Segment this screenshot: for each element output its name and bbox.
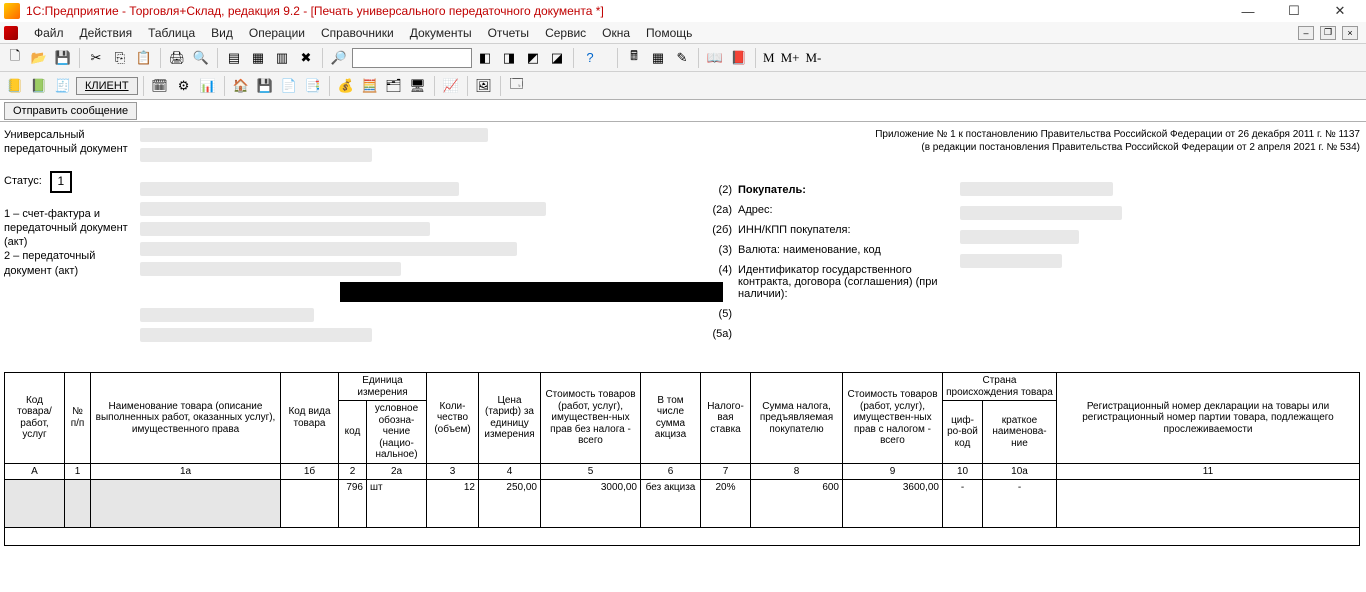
tb2-icon-14[interactable]: 🖥 — [407, 75, 429, 97]
tb2-icon-13[interactable]: 🗂 — [383, 75, 405, 97]
tb2-icon-4[interactable]: 🗓 — [149, 75, 171, 97]
grid-icon[interactable]: ▦ — [647, 47, 669, 69]
tool-icon-6[interactable]: ◩ — [522, 47, 544, 69]
tb2-icon-11[interactable]: 💰 — [335, 75, 357, 97]
tb2-icon-16[interactable]: 🖼 — [473, 75, 495, 97]
delete-icon[interactable]: ✖ — [295, 47, 317, 69]
tool-icon-5[interactable]: ◨ — [498, 47, 520, 69]
menu-actions[interactable]: Действия — [72, 24, 141, 42]
menu-view[interactable]: Вид — [203, 24, 241, 42]
status-note: 1 – счет-фактура и передаточный документ… — [4, 207, 134, 278]
mdi-restore[interactable]: ❐ — [1320, 26, 1336, 40]
window-title: 1С:Предприятие - Торговля+Склад, редакци… — [26, 4, 1234, 18]
header-line2: (в редакции постановления Правительства … — [875, 141, 1360, 154]
tb2-icon-9[interactable]: 📄 — [278, 75, 300, 97]
save-icon[interactable]: 💾 — [52, 47, 74, 69]
paste-icon[interactable]: 📋 — [133, 47, 155, 69]
tb2-icon-7[interactable]: 🏠 — [230, 75, 252, 97]
search-input[interactable] — [352, 48, 472, 68]
calc-icon[interactable]: 🖩 — [623, 47, 645, 69]
menu-documents[interactable]: Документы — [402, 24, 480, 42]
redacted-right — [960, 182, 1130, 278]
preview-icon[interactable]: 🔍 — [190, 47, 212, 69]
app-icon-small — [4, 26, 18, 40]
tb2-icon-1[interactable]: 📒 — [4, 75, 26, 97]
print-icon[interactable]: 🖨 — [166, 47, 188, 69]
tb2-icon-6[interactable]: 📊 — [197, 75, 219, 97]
mem-mminus[interactable]: M- — [803, 50, 823, 66]
tb2-icon-8[interactable]: 💾 — [254, 75, 276, 97]
currency-label: Валюта: наименование, код — [738, 244, 881, 256]
mem-m[interactable]: M — [761, 50, 777, 66]
tb2-icon-2[interactable]: 📗 — [28, 75, 50, 97]
tb2-icon-5[interactable]: ⚙ — [173, 75, 195, 97]
tb2-icon-15[interactable]: 📈 — [440, 75, 462, 97]
search-icon[interactable]: 🔎 — [328, 47, 350, 69]
tb2-icon-10[interactable]: 📑 — [302, 75, 324, 97]
tool-icon-1[interactable]: ▤ — [223, 47, 245, 69]
tb2-icon-12[interactable]: 🧮 — [359, 75, 381, 97]
address-label: Адрес: — [738, 204, 773, 216]
redacted-area — [140, 128, 720, 348]
menu-service[interactable]: Сервис — [537, 24, 594, 42]
header-line1: Приложение № 1 к постановлению Правитель… — [875, 128, 1360, 141]
tool-icon-7[interactable]: ◪ — [546, 47, 568, 69]
book-icon[interactable]: 📖 — [704, 47, 726, 69]
doc-title: Универсальный передаточный документ — [4, 128, 134, 157]
maximize-button[interactable]: ☐ — [1280, 1, 1308, 21]
cut-icon[interactable]: ✂ — [85, 47, 107, 69]
help-icon[interactable]: ? — [579, 47, 601, 69]
document-table: Код товара/ работ, услуг № п/п Наименова… — [4, 372, 1360, 546]
tool-icon-4[interactable]: ◧ — [474, 47, 496, 69]
tool-icon-2[interactable]: ▦ — [247, 47, 269, 69]
tb2-icon-17[interactable]: 🗔 — [506, 75, 528, 97]
menu-table[interactable]: Таблица — [140, 24, 203, 42]
open-icon[interactable]: 📂 — [28, 47, 50, 69]
client-button[interactable]: КЛИЕНТ — [76, 77, 138, 95]
menu-help[interactable]: Помощь — [638, 24, 700, 42]
copy-icon[interactable]: ⎘ — [109, 47, 131, 69]
menu-operations[interactable]: Операции — [241, 24, 313, 42]
status-label: Статус: — [4, 174, 42, 188]
tool-icon-3[interactable]: ▥ — [271, 47, 293, 69]
app-icon — [4, 3, 20, 19]
menu-catalogs[interactable]: Справочники — [313, 24, 402, 42]
contract-id-label: Идентификатор государственного контракта… — [738, 264, 968, 300]
menu-file[interactable]: Файл — [26, 24, 72, 42]
inn-label: ИНН/КПП покупателя: — [738, 224, 851, 236]
table-row: 796 шт 12 250,00 3000,00 без акциза 20% … — [5, 479, 1360, 527]
close-button[interactable]: ✕ — [1326, 1, 1354, 21]
status-value: 1 — [50, 171, 72, 193]
menu-reports[interactable]: Отчеты — [480, 24, 537, 42]
menu-windows[interactable]: Окна — [594, 24, 638, 42]
new-icon[interactable]: 🗋 — [4, 47, 26, 69]
tb2-icon-3[interactable]: 🧾 — [52, 75, 74, 97]
edit-icon[interactable]: ✎ — [671, 47, 693, 69]
send-message-button[interactable]: Отправить сообщение — [4, 102, 137, 120]
minimize-button[interactable]: — — [1234, 1, 1262, 21]
mdi-close[interactable]: × — [1342, 26, 1358, 40]
mdi-minimize[interactable]: – — [1298, 26, 1314, 40]
buyer-label: Покупатель: — [738, 184, 806, 196]
book2-icon[interactable]: 📕 — [728, 47, 750, 69]
mem-mplus[interactable]: M+ — [779, 50, 802, 66]
